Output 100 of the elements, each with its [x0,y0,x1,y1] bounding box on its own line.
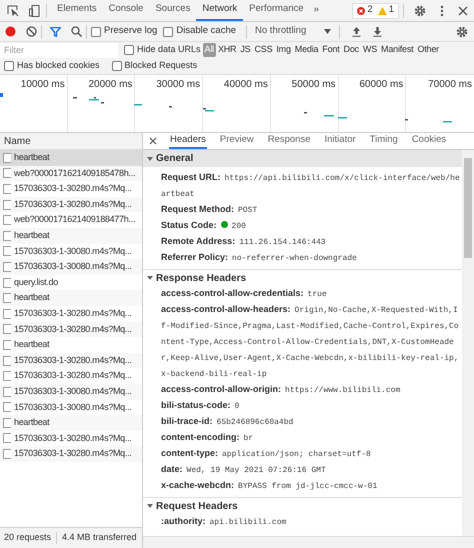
timeline-tick-label: 60000 ms [359,78,404,92]
request-row[interactable]: 157036303-1-30080.m4s?Mq... [0,259,142,275]
type-filter-button[interactable]: XHR [216,43,238,57]
panel-tab[interactable]: Sources [149,0,196,21]
download-icon[interactable] [373,26,382,37]
request-row[interactable]: 157036303-1-30280.m4s?Mq... [0,430,142,446]
expanded-triangle-icon [147,275,153,281]
type-filter-button[interactable]: Media [292,43,320,57]
detail-tab[interactable]: Response [266,133,312,149]
record-icon[interactable] [5,26,16,37]
header-line: date: Wed, 19 May 2021 07:26:16 GMT [160,463,327,477]
vertical-scrollbar[interactable] [462,150,474,536]
error-count: 2 [367,3,373,18]
type-filter-button[interactable]: WS [360,43,380,57]
checkbox[interactable]: Preserve log [91,24,158,39]
section-header[interactable]: Response Headers [143,269,462,286]
timeline-tick-label: 10000 ms [20,78,65,92]
file-icon [3,324,11,334]
file-icon [3,449,11,460]
header-line: :authority: api.bilibili.com [160,515,288,529]
issues-badge[interactable]: 2 1 [352,2,399,18]
request-row[interactable]: 157036303-1-30080.m4s?Mq... [0,384,142,400]
panel-tab[interactable]: Performance [243,0,310,21]
dropdown-arrow-icon [324,29,332,34]
settings-icon[interactable] [456,26,468,38]
header-line: bili-status-code: 0 [160,399,240,413]
request-row[interactable]: 157036303-1-30280.m4s?Mq... [0,352,142,368]
request-row[interactable]: heartbeat [0,150,142,166]
request-row[interactable]: heartbeat [0,290,142,306]
header-line: content-encoding: br [160,431,254,445]
error-icon [357,6,366,14]
header-line: Request Method: POST [160,203,258,217]
warning-count: 1 [388,3,394,18]
panel-tab[interactable]: Console [102,0,150,21]
checkbox[interactable]: Disable cache [163,24,236,39]
search-icon[interactable] [71,26,82,37]
file-icon [3,168,11,178]
throttling-dropdown[interactable]: No throttling [251,24,336,39]
type-filter-button[interactable]: Other [415,43,441,57]
header-line: x-cache-webcdn: BYPASS from jd-jlcc-cmcc-w-01 [160,479,378,493]
section-header[interactable]: General [143,150,462,167]
request-row[interactable]: 157036303-1-30280.m4s?Mq... [0,446,142,462]
detail-tab[interactable]: Cookies [410,133,448,149]
file-icon [3,340,11,350]
expanded-triangle-icon [147,503,153,509]
type-filter-button[interactable]: Img [274,43,293,57]
type-filter-button[interactable]: Manifest [379,43,416,57]
detail-tab[interactable]: Timing [368,133,399,149]
type-filter-button[interactable]: JS [238,43,252,57]
warning-icon [378,6,387,14]
file-icon [3,246,11,256]
checkbox[interactable]: Has blocked cookies [4,59,100,73]
panel-tab[interactable]: Elements [51,0,103,21]
file-icon [3,418,11,428]
request-count: 20 requests [4,531,52,544]
close-icon[interactable] [458,6,468,16]
timeline-tick-label: 50000 ms [292,78,336,92]
expanded-triangle-icon [147,156,153,162]
checkbox[interactable]: Hide data URLs [124,43,201,57]
type-filter-button[interactable]: CSS [252,43,274,57]
file-icon [3,230,11,241]
header-line: Referrer Policy: no-referrer-when-downgrade [160,251,358,265]
inspect-icon[interactable] [6,4,20,18]
file-icon [3,433,11,444]
request-row[interactable]: heartbeat [0,228,142,244]
filter-icon[interactable] [50,26,61,36]
file-icon [3,308,11,319]
request-row[interactable]: web?0000171621409185478h... [0,166,142,182]
detail-tab[interactable]: Initiator [324,133,357,149]
transferred-size: 4.4 MB transferred [62,531,137,544]
request-row[interactable]: 157036303-1-30280.m4s?Mq... [0,196,142,212]
timeline-tick-label: 40000 ms [224,78,268,92]
horizontal-scrollbar[interactable] [143,536,474,548]
type-filter-button[interactable]: Font [320,43,342,57]
file-icon [3,262,11,272]
request-row[interactable]: 157036303-1-30280.m4s?Mq... [0,322,142,338]
header-line: bili-trace-id: 65b246896c60a4bd [160,415,294,429]
settings-icon[interactable] [414,4,426,16]
header-line: Remote Address: 111.26.154.146:443 [160,235,327,249]
header-line: Status Code: 200 [160,219,247,233]
upload-icon[interactable] [352,26,362,37]
file-icon [3,356,11,366]
file-icon [3,293,11,304]
file-icon [3,184,11,194]
checkbox[interactable]: Blocked Requests [112,59,198,73]
close-icon[interactable] [149,137,157,145]
detail-tab[interactable]: Preview [218,133,255,149]
request-row[interactable]: heartbeat [0,415,142,431]
column-header[interactable]: Name [4,134,31,148]
header-line: access-control-allow-origin: https://www.bilibili.com [160,383,402,397]
timeline-tick-label: 20000 ms [88,78,132,92]
header-line: access-control-allow-credentials: true [160,287,328,301]
device-toolbar-icon[interactable] [28,4,42,18]
filter-field[interactable]: Filter [0,42,118,58]
type-filter-button[interactable]: Doc [342,43,361,57]
section-header[interactable]: Request Headers [143,497,462,514]
more-tabs-button[interactable]: » [310,3,323,18]
clear-icon[interactable] [26,26,37,37]
more-options-icon[interactable] [440,4,444,16]
header-line: content-type: application/json; charset=utf-8 [160,447,372,461]
